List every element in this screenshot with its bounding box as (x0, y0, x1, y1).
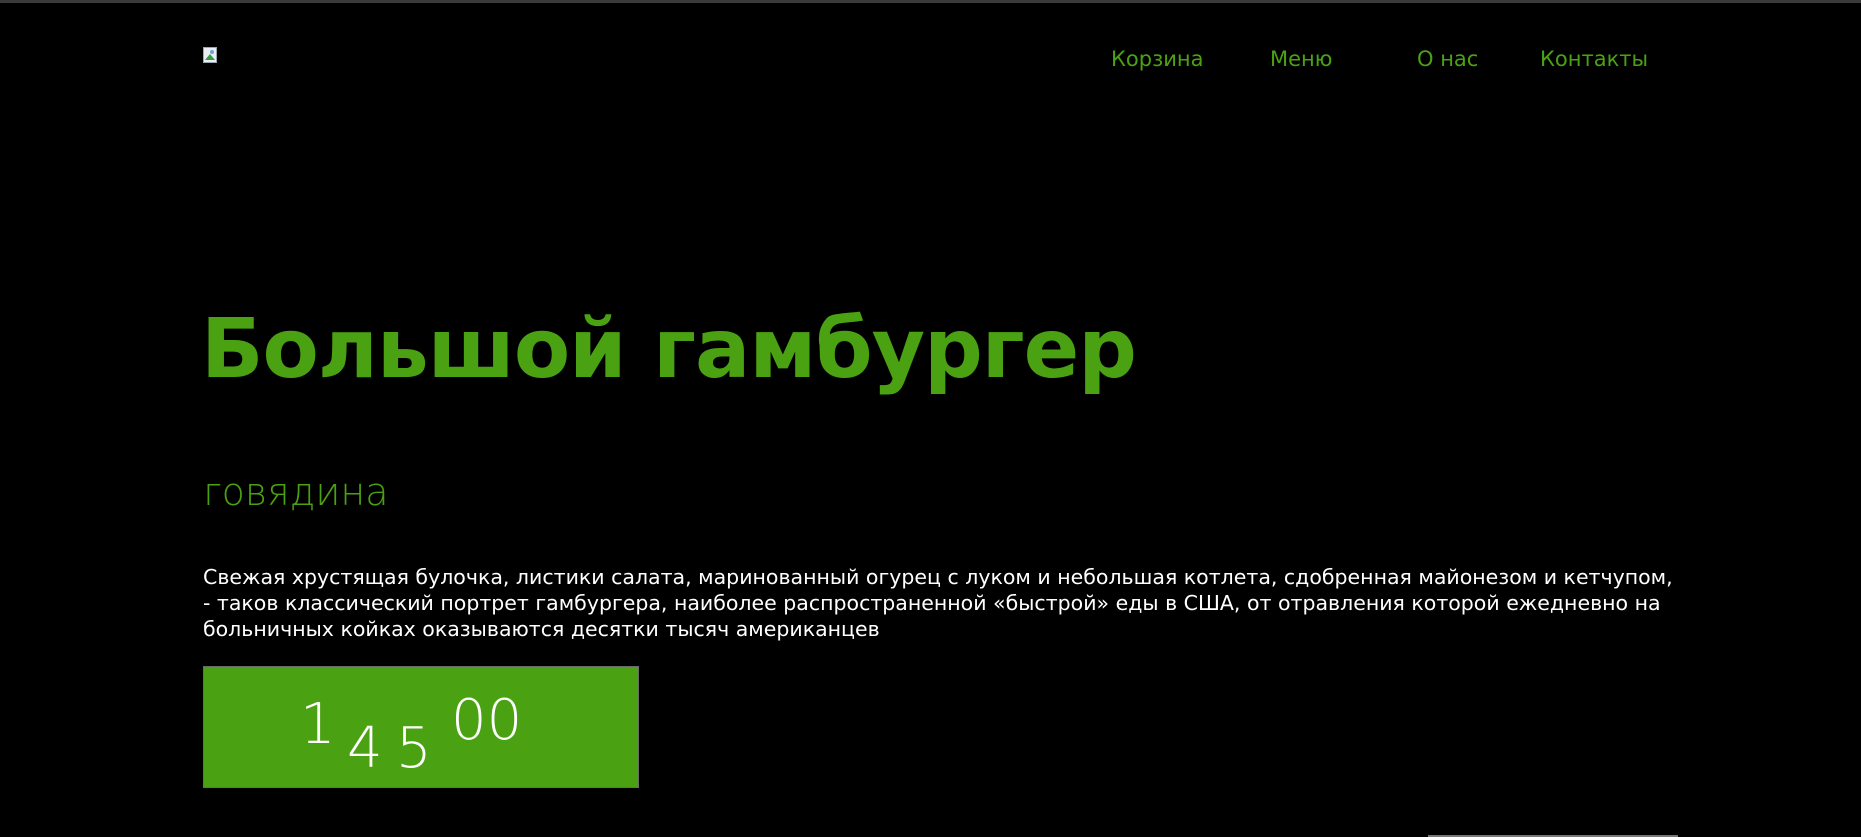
price-cents: 00 (451, 688, 523, 753)
nav-link-cart[interactable]: Корзина (1111, 44, 1204, 74)
nav-link-about[interactable]: О нас (1417, 44, 1478, 74)
price-digit: 4 (347, 716, 383, 781)
nav-link-menu[interactable]: Меню (1270, 44, 1332, 74)
main-nav: Корзина Меню О нас Контакты (0, 44, 1861, 74)
price-digit: 1 (300, 692, 336, 757)
product-subtitle: говядина (203, 470, 389, 514)
nav-link-contacts[interactable]: Контакты (1540, 44, 1648, 74)
window-top-border (0, 0, 1861, 3)
product-title: Большой гамбургер (201, 302, 1137, 397)
price-digit: 5 (396, 716, 432, 781)
price-button[interactable]: 1 4 5 00 (203, 666, 639, 788)
product-description: Свежая хрустящая булочка, листики салата… (203, 565, 1673, 641)
